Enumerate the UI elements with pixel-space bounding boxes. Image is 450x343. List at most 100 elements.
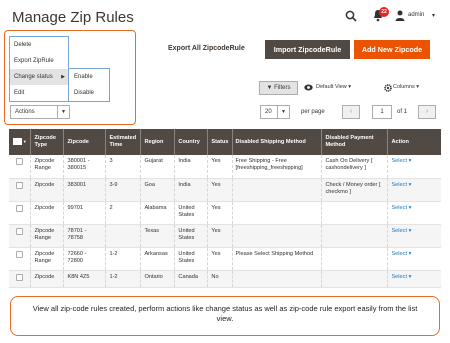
actions-select[interactable]: Actions ▼ [10,105,70,119]
row-checkbox[interactable] [9,155,32,179]
next-page-button[interactable]: › [418,105,436,119]
cell-zipcode: 383001 [63,178,107,202]
cell-time: 1-2 [105,247,142,271]
cell-time: 1-2 [105,270,142,288]
caret-down-icon: ▾ [408,181,412,188]
cell-country: United States [174,224,209,248]
per-page-select[interactable]: 20 ▼ [260,105,290,119]
row-action-select[interactable]: Select ▾ [387,247,441,271]
add-new-zipcode-button[interactable]: Add New Zipcode [354,40,430,59]
import-button[interactable]: Import ZipcodeRule [265,40,350,59]
cell-payment [321,270,389,288]
notification-badge: 22 [379,7,389,17]
funnel-icon: ▼ [266,85,273,91]
columns-control[interactable]: Columns ▾ [393,84,419,90]
cell-shipping [232,178,323,202]
view-label: Default View [316,84,347,90]
filters-button[interactable]: ▼ Filters [259,81,298,95]
column-header[interactable]: Disabled Payment Method [321,129,389,155]
view-switcher[interactable]: Default View ▾ [316,84,351,90]
caret-down-icon: ▾ [408,273,412,280]
column-header[interactable]: Zipcode [63,129,107,155]
cell-status: Yes [207,201,233,225]
caret-down-icon: ▾ [408,204,412,211]
select-link[interactable]: Select [391,182,407,188]
select-link[interactable]: Select [391,205,407,211]
actions-select-label: Actions [15,109,35,115]
zip-rules-table: ▼ Zipcode Type Zipcode Estimated Time Re… [9,129,441,288]
table-row: Zipcode Range 78701 - 78758 Texas United… [9,224,441,248]
user-icon[interactable] [395,10,405,21]
cell-zipcode: 78701 - 78758 [63,224,107,248]
caret-down-icon: ▼ [57,106,69,118]
gear-icon [384,84,392,92]
cell-type: Zipcode [30,178,65,202]
cell-region: Texas [140,224,176,248]
user-label[interactable]: admin [408,12,424,18]
table-row: Zipcode 99701 2 Alabama United States Ye… [9,201,441,225]
cell-region: Goa [140,178,176,202]
cell-country: India [174,178,209,202]
table-header-row: ▼ Zipcode Type Zipcode Estimated Time Re… [9,129,441,155]
cell-country: Canada [174,270,209,288]
row-action-select[interactable]: Select ▾ [387,178,441,202]
cell-time: 2 [105,201,142,225]
column-header[interactable]: Status [207,129,233,155]
row-checkbox[interactable] [9,270,32,288]
cell-country: United States [174,201,209,225]
column-header[interactable]: Action [387,129,441,155]
menu-item-delete[interactable]: Delete [10,37,68,53]
cell-shipping [232,224,323,248]
columns-label: Columns [393,84,415,90]
row-checkbox[interactable] [9,247,32,271]
column-header[interactable]: Zipcode Type [30,129,65,155]
cell-payment [321,224,389,248]
filters-label: Filters [274,85,291,91]
caret-right-icon: ▶ [61,74,65,80]
cell-zipcode: K8N 4Z5 [63,270,107,288]
cell-payment: Cash On Delivery [ cashondelivery ] [321,155,389,179]
actions-menu: Delete Export ZipRule Change status ▶ Ed… [9,36,69,102]
select-link[interactable]: Select [391,274,407,280]
status-submenu: Enable Disable [68,68,110,102]
cell-type: Zipcode [30,270,65,288]
table-row: Zipcode Range 380001 - 380015 3 Gujarat … [9,155,441,179]
table-row: Zipcode K8N 4Z5 1-2 Ontario Canada No Se… [9,270,441,288]
caret-down-icon: ▾ [408,250,412,257]
cell-time: 3 [105,155,142,179]
cell-status: Yes [207,155,233,179]
submenu-enable[interactable]: Enable [74,74,93,80]
column-header[interactable]: Disabled Shipping Method [232,129,323,155]
column-header[interactable]: Country [174,129,209,155]
select-all-checkbox[interactable]: ▼ [9,129,32,155]
export-all-button[interactable]: Export All ZipcodeRule [168,45,245,52]
caret-down-icon[interactable]: ▾ [432,12,435,19]
cell-payment: Check / Money order [ checkmo ] [321,178,389,202]
menu-item-export[interactable]: Export ZipRule [10,53,68,69]
row-action-select[interactable]: Select ▾ [387,155,441,179]
row-action-select[interactable]: Select ▾ [387,270,441,288]
column-header[interactable]: Region [140,129,176,155]
prev-page-button[interactable]: ‹ [342,105,360,119]
row-action-select[interactable]: Select ▾ [387,201,441,225]
cell-country: India [174,155,209,179]
cell-shipping: Free Shipping - Free [freeshipping_frees… [232,155,323,179]
search-icon[interactable] [345,10,357,22]
select-link[interactable]: Select [391,251,407,257]
row-action-select[interactable]: Select ▾ [387,224,441,248]
row-checkbox[interactable] [9,178,32,202]
page-number-input[interactable]: 1 [372,105,392,119]
select-link[interactable]: Select [391,228,407,234]
select-link[interactable]: Select [391,158,407,164]
menu-item-change-status[interactable]: Change status ▶ [10,69,68,85]
column-header[interactable]: Estimated Time [105,129,142,155]
menu-item-edit[interactable]: Edit [10,85,68,101]
cell-type: Zipcode Range [30,224,65,248]
cell-time: 3-9 [105,178,142,202]
submenu-disable[interactable]: Disable [74,90,94,96]
row-checkbox[interactable] [9,224,32,248]
cell-region: Ontario [140,270,176,288]
cell-region: Alabama [140,201,176,225]
row-checkbox[interactable] [9,201,32,225]
cell-zipcode: 380001 - 380015 [63,155,107,179]
